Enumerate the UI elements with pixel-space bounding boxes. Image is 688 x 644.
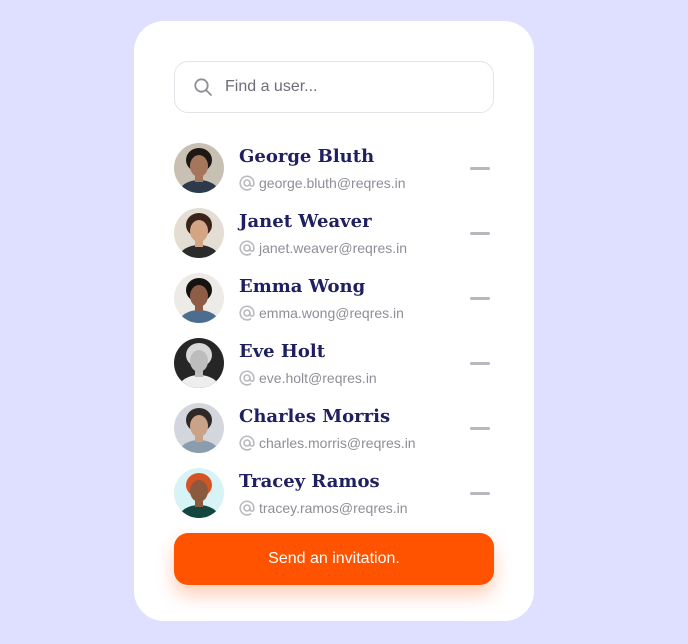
user-list-item: Tracey Ramos tracey.ramos@reqres.in <box>174 468 494 533</box>
user-email-row: george.bluth@reqres.in <box>239 174 406 192</box>
user-email-row: emma.wong@reqres.in <box>239 304 404 322</box>
avatar-portrait-icon <box>174 208 224 258</box>
remove-user-button[interactable] <box>468 157 494 179</box>
user-name: Janet Weaver <box>239 211 372 232</box>
remove-user-button[interactable] <box>468 222 494 244</box>
user-email: george.bluth@reqres.in <box>259 174 406 191</box>
remove-user-button[interactable] <box>468 482 494 504</box>
avatar-portrait-icon <box>174 273 224 323</box>
user-email: eve.holt@reqres.in <box>259 369 377 386</box>
user-name: Charles Morris <box>239 406 391 427</box>
user-email-row: eve.holt@reqres.in <box>239 369 377 387</box>
user-name: Tracey Ramos <box>239 471 380 492</box>
user-email: emma.wong@reqres.in <box>259 304 404 321</box>
avatar <box>174 208 224 258</box>
remove-user-button[interactable] <box>468 352 494 374</box>
minus-icon <box>470 492 490 495</box>
at-sign-icon <box>239 500 255 516</box>
user-email-row: janet.weaver@reqres.in <box>239 239 407 257</box>
remove-user-button[interactable] <box>468 417 494 439</box>
user-email: tracey.ramos@reqres.in <box>259 499 408 516</box>
at-sign-icon <box>239 370 255 386</box>
remove-user-button[interactable] <box>468 287 494 309</box>
avatar <box>174 468 224 518</box>
avatar <box>174 403 224 453</box>
avatar <box>174 273 224 323</box>
user-email: janet.weaver@reqres.in <box>259 239 408 256</box>
search-input[interactable] <box>225 62 480 112</box>
search-icon <box>194 78 212 96</box>
user-email-row: charles.morris@reqres.in <box>239 434 416 452</box>
minus-icon <box>470 362 490 365</box>
user-list-item: George Bluth george.bluth@reqres.in <box>174 143 494 208</box>
user-name: Eve Holt <box>239 341 326 362</box>
avatar <box>174 143 224 193</box>
user-list: George Bluth george.bluth@reqres.in Janet … <box>174 143 494 533</box>
search-box[interactable] <box>174 61 494 113</box>
user-list-item: Eve Holt eve.holt@reqres.in <box>174 338 494 403</box>
avatar-portrait-icon <box>174 403 224 453</box>
user-list-item: Janet Weaver janet.weaver@reqres.in <box>174 208 494 273</box>
user-name: George Bluth <box>239 146 375 167</box>
minus-icon <box>470 232 490 235</box>
avatar <box>174 338 224 388</box>
user-email-row: tracey.ramos@reqres.in <box>239 499 408 517</box>
send-invitation-button[interactable]: Send an invitation. <box>174 533 494 585</box>
user-list-item: Emma Wong emma.wong@reqres.in <box>174 273 494 338</box>
user-name: Emma Wong <box>239 276 366 297</box>
at-sign-icon <box>239 305 255 321</box>
at-sign-icon <box>239 240 255 256</box>
minus-icon <box>470 427 490 430</box>
at-sign-icon <box>239 435 255 451</box>
avatar-portrait-icon <box>174 468 224 518</box>
user-list-item: Charles Morris charles.morris@reqres.in <box>174 403 494 468</box>
avatar-portrait-icon <box>174 338 224 388</box>
at-sign-icon <box>239 175 255 191</box>
minus-icon <box>470 297 490 300</box>
user-email: charles.morris@reqres.in <box>259 434 416 451</box>
avatar-portrait-icon <box>174 143 224 193</box>
user-card: George Bluth george.bluth@reqres.in Janet … <box>134 21 534 621</box>
minus-icon <box>470 167 490 170</box>
